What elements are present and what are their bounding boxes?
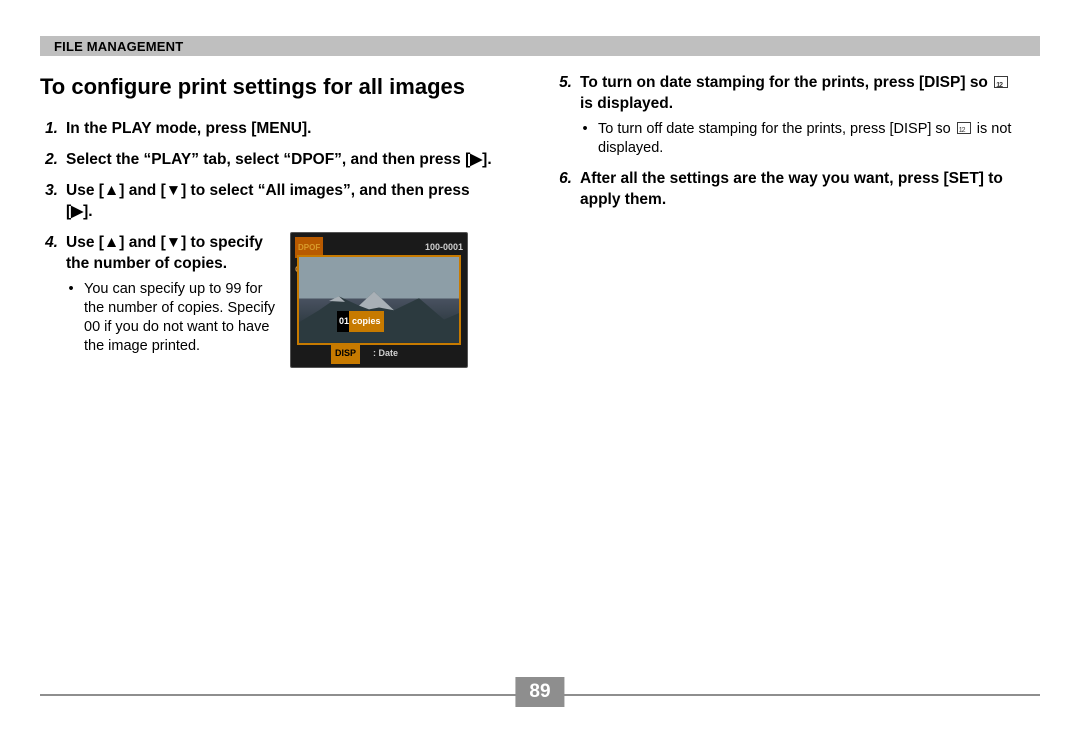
step-text-a: To turn on date stamping for the prints,… [580,74,992,91]
date-stamp-icon [957,122,971,134]
step-number: 1. [40,118,58,139]
step-number: 5. [554,72,572,158]
step-text: Select the “PLAY” tab, select “DPOF”, an… [66,149,500,170]
note-text: You can specify up to 99 for the number … [84,280,276,356]
date-stamp-icon [994,76,1008,88]
right-column: 5. To turn on date stamping for the prin… [554,72,1024,378]
lcd-disp-button: DISP [331,343,360,364]
step-body: Use [▲] and [▼] to specify the number of… [66,232,500,368]
step-1: 1. In the PLAY mode, press [MENU]. [40,118,500,139]
step-6: 6. After all the settings are the way yo… [554,168,1024,210]
lcd-copies-label: copies [349,311,384,332]
step-text: In the PLAY mode, press [MENU]. [66,118,500,139]
step-text: After all the settings are the way you w… [580,168,1024,210]
step-text-b: is displayed. [580,95,673,112]
step-2: 2. Select the “PLAY” tab, select “DPOF”,… [40,149,500,170]
section-header-bar: FILE MANAGEMENT [40,36,1040,56]
left-column: To configure print settings for all imag… [40,72,500,378]
note-wrapper: To turn off date stamping for the prints… [598,120,1024,158]
bullet-dot: • [66,280,76,356]
lcd-date-label: : Date [373,343,398,364]
step-4: 4. Use [▲] and [▼] to specify the number… [40,232,500,368]
step-body: To turn on date stamping for the prints,… [580,72,1024,158]
section-title: FILE MANAGEMENT [54,39,183,54]
step-text: Use [▲] and [▼] to select “All images”, … [66,180,500,222]
step-number: 6. [554,168,572,210]
camera-lcd-illustration: DPOF 100-0001 Copies of all images [290,232,468,368]
content-columns: To configure print settings for all imag… [40,56,1040,378]
step-note: • To turn off date stamping for the prin… [580,120,1024,158]
page-heading: To configure print settings for all imag… [40,74,500,100]
page-footer: 89 [40,694,1040,696]
step-number: 4. [40,232,58,368]
step-3: 3. Use [▲] and [▼] to select “All images… [40,180,500,222]
step-5: 5. To turn on date stamping for the prin… [554,72,1024,158]
page-number: 89 [515,677,564,707]
note-text-a: To turn off date stamping for the prints… [598,121,955,137]
bullet-dot: • [580,120,590,158]
step-text: Use [▲] and [▼] to specify the number of… [66,234,263,272]
step-number: 2. [40,149,58,170]
step-number: 3. [40,180,58,222]
manual-page: FILE MANAGEMENT To configure print setti… [0,0,1080,730]
step-note: • You can specify up to 99 for the numbe… [66,280,276,356]
step4-textcol: Use [▲] and [▼] to specify the number of… [66,232,276,356]
